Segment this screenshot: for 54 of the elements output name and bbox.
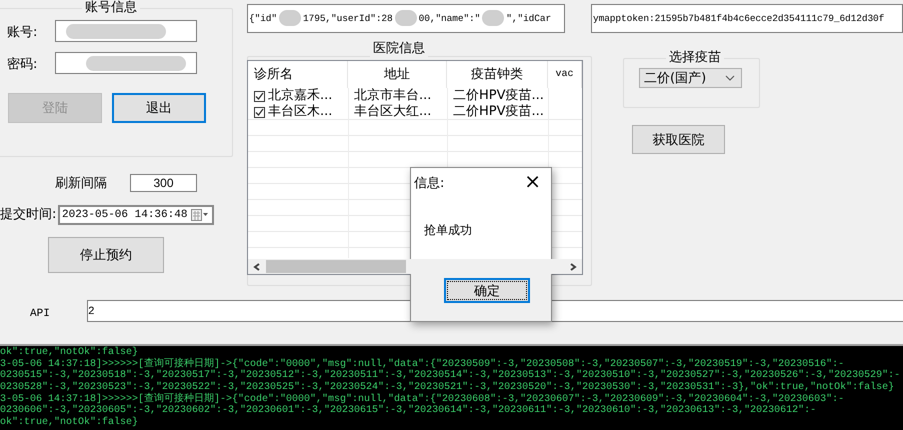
checkbox[interactable] [254, 106, 265, 118]
console-line: 0230606":-3,"20230605":-3,"20230602":-3,"20230601":-3,"20230615":-3,"20230614":-3,"20230611":-3,"20230610":-3,"20230613":-3,"20230612":- [0, 405, 818, 416]
submit-time-label: 提交时间: [0, 207, 56, 223]
password-label: 密码: [7, 57, 38, 73]
table-cell-text: 二价HPV疫苗... [452, 104, 545, 120]
table-cell-text: 北京市丰台... [353, 88, 432, 104]
api-label: API [30, 307, 50, 322]
group-title: 医院信息 [370, 41, 428, 57]
refresh-label: 刷新间隔 [55, 176, 107, 192]
scroll-right-icon[interactable] [568, 262, 578, 272]
datetime-value: 2023-05-06 14:36:48 [62, 209, 188, 221]
token-field[interactable]: ymapptoken:21595b7b481f4b4c6ecce2d354111c79_6d12d30f [591, 4, 903, 33]
json-text: {"id" [249, 13, 278, 24]
chevron-down-icon [725, 75, 735, 81]
account-label: 账号: [7, 25, 38, 41]
datetime-picker[interactable]: 2023-05-06 14:36:48 [58, 205, 214, 225]
console-line: ok":true,"notOk":false} [0, 347, 140, 358]
ok-button[interactable]: 确定 [444, 278, 530, 303]
column-header[interactable]: 诊所名 [248, 61, 348, 88]
column-header[interactable]: vac [548, 61, 582, 88]
calendar-dropdown-icon[interactable] [191, 209, 209, 221]
table-cell: 北京嘉禾... [248, 88, 348, 104]
json-text: 00,"name":" [418, 13, 480, 24]
user-info-field[interactable]: {"id" 1795,"userId":28 00,"name":" ","idCar [247, 4, 565, 33]
dialog-message: 抢单成功 [424, 222, 472, 239]
close-button[interactable]: × [524, 168, 541, 194]
refresh-interval-field[interactable]: 300 [130, 174, 197, 192]
dialog-title: 信息: [414, 175, 444, 192]
checkbox[interactable] [254, 90, 265, 102]
group-title: 选择疫苗 [666, 50, 724, 66]
console-line: 3-05-06 14:37:18]>>>>>>[查询可接种日期]->{"code":"0000","msg":null,"data":{"20230608":-3,"20230607":-3,"20230609":-3,"20230604":-3,"20230603":- [0, 394, 846, 405]
account-field[interactable] [55, 20, 197, 42]
fetch-hospitals-button[interactable]: 获取医院 [632, 125, 725, 154]
vaccine-dropdown[interactable]: 二价(国产) [639, 68, 742, 88]
horizontal-scrollbar[interactable] [248, 259, 582, 274]
console-line: ok":true,"notOk":false} [0, 417, 140, 429]
password-field[interactable] [55, 52, 197, 74]
table-cell-text: 丰台区大红... [353, 104, 432, 120]
console-line: 3-05-06 14:37:18]>>>>>>[查询可接种日期]->{"code":"0000","msg":null,"data":{"20230509":-3,"20230508":-3,"20230507":-3,"20230519":-3,"20230516":- [0, 358, 844, 370]
redaction-mark [279, 10, 302, 26]
group-title: 账号信息 [82, 0, 140, 16]
redaction-mark [394, 10, 417, 26]
stop-booking-button[interactable]: 停止预约 [48, 237, 164, 273]
console-line: 0230515":-3,"20230518":-3,"20230517":-3,"20230512":-3,"20230511":-3,"20230514":-3,"20230513":-3,"20230510":-3,"20230527":-3,"20230526":-3,"20230529":- [0, 370, 902, 382]
column-header[interactable]: 疫苗钟类 [447, 61, 548, 88]
logout-button[interactable]: 退出 [112, 93, 206, 123]
scroll-left-icon[interactable] [252, 262, 262, 272]
json-text: ","idCar [506, 13, 552, 24]
json-text: 1795,"userId":28 [303, 13, 393, 24]
redaction-mark [482, 10, 504, 26]
console-line: 0230528":-3,"20230523":-3,"20230522":-3,"20230525":-3,"20230524":-3,"20230521":-3,"20230520":-3,"20230530":-3,"20230531":-3},"ok":true,"notOk":false} [0, 382, 896, 394]
table-cell-text: 二价HPV疫苗... [452, 88, 545, 104]
column-header[interactable]: 地址 [348, 61, 447, 88]
table-cell: 丰台区木... [248, 104, 348, 120]
